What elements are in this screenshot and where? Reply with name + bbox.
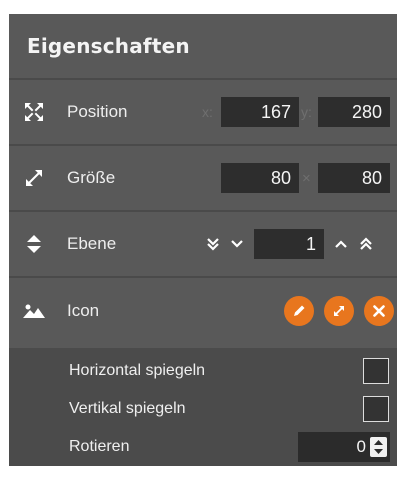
rotate-spinner[interactable]: 0 (298, 432, 390, 462)
position-row: Position x: 167 y: 280 (9, 80, 397, 146)
size-height-input[interactable]: 80 (318, 163, 390, 193)
close-icon (373, 305, 385, 317)
size-width-input[interactable]: 80 (221, 163, 299, 193)
up-down-icon (23, 233, 45, 255)
position-x-input[interactable]: 167 (221, 97, 299, 127)
layer-down-button[interactable] (229, 236, 245, 252)
position-y-input[interactable]: 280 (318, 97, 390, 127)
icon-options-section: Horizontal spiegeln Vertikal spiegeln Ro… (9, 348, 397, 466)
flip-horizontal-checkbox[interactable] (363, 358, 389, 384)
chevron-up-icon (335, 240, 347, 248)
double-chevron-down-icon (207, 238, 219, 251)
layer-row: Ebene 1 (9, 212, 397, 278)
properties-panel: Eigenschaften Position x: 167 y: 280 Grö… (9, 14, 397, 466)
chevron-down-icon (231, 240, 243, 248)
edit-icon (294, 305, 305, 316)
spinner-arrows-icon[interactable] (370, 437, 387, 457)
flip-horizontal-label: Horizontal spiegeln (69, 362, 206, 379)
icon-label: Icon (67, 301, 100, 320)
x-axis-label: x: (202, 104, 213, 120)
layer-to-bottom-button[interactable] (205, 236, 221, 252)
remove-icon-button[interactable] (364, 296, 394, 326)
move-arrows-icon (23, 101, 45, 123)
layer-up-button[interactable] (333, 236, 349, 252)
flip-vertical-checkbox[interactable] (363, 396, 389, 422)
resize-icon-button[interactable] (324, 296, 354, 326)
image-icon (23, 300, 45, 322)
icon-row: Icon (9, 278, 397, 344)
flip-vertical-label: Vertikal spiegeln (69, 400, 186, 417)
expand-icon (334, 306, 344, 316)
rotate-row: Rotieren 0 (9, 428, 397, 466)
panel-header: Eigenschaften (9, 14, 397, 80)
size-row: Größe 80 × 80 (9, 146, 397, 212)
size-label: Größe (67, 168, 116, 187)
resize-diagonal-icon (23, 167, 45, 189)
flip-horizontal-row: Horizontal spiegeln (9, 352, 397, 390)
rotate-label: Rotieren (69, 438, 130, 455)
layer-to-top-button[interactable] (358, 236, 374, 252)
size-separator: × (302, 169, 311, 187)
layer-input[interactable]: 1 (254, 229, 324, 259)
edit-icon-button[interactable] (284, 296, 314, 326)
flip-vertical-row: Vertikal spiegeln (9, 390, 397, 428)
position-label: Position (67, 102, 128, 121)
rotate-value: 0 (356, 437, 366, 456)
y-axis-label: y: (301, 104, 312, 120)
panel-title: Eigenschaften (27, 34, 190, 58)
layer-label: Ebene (67, 234, 117, 253)
double-chevron-up-icon (360, 237, 372, 250)
